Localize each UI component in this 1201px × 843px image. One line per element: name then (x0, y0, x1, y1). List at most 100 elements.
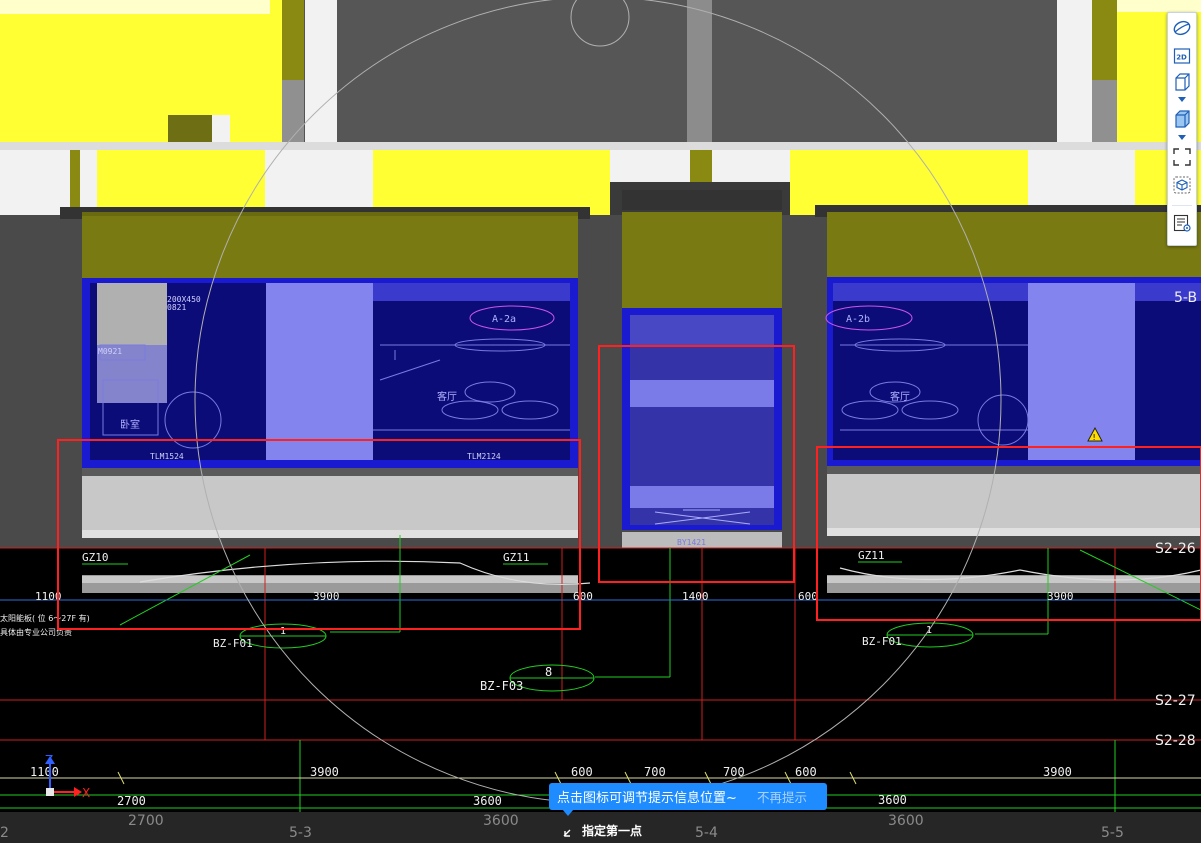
window-glass-right (833, 283, 1201, 460)
callout-num-2: 8 (545, 665, 552, 679)
yellow-band-1 (97, 150, 265, 215)
3d-solid-dropdown-arrow[interactable] (1178, 135, 1186, 140)
white-band-3 (265, 150, 373, 215)
isolate-view-icon (1173, 176, 1191, 194)
olive-beam-mid (622, 212, 782, 308)
label-by1421: BY1421 (677, 538, 706, 547)
command-prompt: 指定第一点 (562, 820, 642, 840)
window-mid-band-2 (630, 486, 774, 508)
dim2-f: 600 (795, 765, 817, 779)
grid-label-2: 2 (0, 825, 9, 841)
note-line-1: 太阳能板( 位 6～27F 有) (0, 613, 90, 623)
callout-num-1: 1 (280, 626, 286, 637)
ucs-z-label: Z (45, 753, 53, 767)
dim1-f: 3900 (1047, 590, 1074, 603)
grid-label-5-5: 5-5 (1101, 825, 1124, 841)
callout-tag-1: BZ-F01 (213, 637, 253, 650)
olive-side-top-right (1092, 0, 1117, 80)
dim2-a: 1100 (30, 765, 59, 779)
top-block-right (712, 0, 1057, 140)
top-pillar (687, 0, 712, 142)
toolbar-divider (1172, 205, 1192, 206)
yellow-band-2 (373, 150, 610, 215)
dont-show-again-link[interactable]: 不再提示 (757, 787, 827, 806)
window-mid-band-1 (630, 380, 774, 407)
axis-s2-27: S2-27 (1155, 693, 1196, 709)
warning-mark: ! (1093, 433, 1096, 442)
window-pane-gray (97, 283, 167, 345)
dim4-c: 3600 (888, 813, 924, 829)
dim2-g: 3900 (1043, 765, 1072, 779)
label-tlm1524: TLM1524 (150, 452, 184, 461)
olive-block-small (168, 115, 212, 142)
dim2-c: 600 (571, 765, 593, 779)
gray-side-top-left (282, 80, 304, 142)
dim1-e: 600 (798, 590, 818, 603)
olive-beam-left (82, 212, 578, 278)
dim1-d: 1400 (682, 590, 709, 603)
olive-band-2 (690, 150, 712, 182)
isolate-view-button[interactable] (1170, 173, 1194, 197)
cad-viewport[interactable]: A-2a 客厅 卧室 M0921 200X450 0821 TLM1524 TL… (0, 0, 1201, 843)
label-tlm2124: TLM2124 (467, 452, 501, 461)
ucs-x-label: X (82, 786, 90, 800)
white-band-2 (80, 150, 97, 215)
gray-side-top-right (1092, 80, 1117, 142)
olive-side-top-left (282, 0, 304, 80)
window-top-strip (373, 283, 570, 301)
slab-line (0, 142, 1201, 150)
label-bedroom: 卧室 (120, 418, 140, 431)
balcony-right (827, 474, 1201, 536)
dim4-b: 3600 (483, 813, 519, 829)
grid-label-5-4: 5-4 (695, 825, 718, 841)
window-mid-top (630, 315, 774, 347)
white-band-5 (712, 150, 790, 182)
orbit-icon (1173, 20, 1191, 36)
label-a2b: A-2b (846, 314, 870, 325)
white-block-small (212, 115, 230, 142)
hint-tooltip[interactable]: 点击图标可调节提示信息位置~ 不再提示 (549, 783, 827, 810)
hint-message[interactable]: 点击图标可调节提示信息位置~ (549, 787, 757, 806)
svg-text:2D: 2D (1176, 54, 1187, 62)
balcony-left (82, 476, 578, 538)
label-living-right: 客厅 (890, 390, 910, 403)
label-m0921: M0921 (98, 347, 122, 356)
3d-box-icon (1175, 73, 1190, 91)
yellow-wall-top-left (0, 0, 282, 142)
properties-view-button[interactable] (1170, 211, 1194, 235)
axis-5-b: 5-B (1174, 290, 1197, 306)
label-living-left: 客厅 (437, 390, 457, 403)
balcony-right-light (827, 528, 1201, 536)
3d-view-button[interactable] (1170, 70, 1194, 94)
callout-tag-2: BZ-F03 (480, 679, 523, 693)
3d-box-solid-icon (1175, 110, 1190, 128)
window-top-strip-right (833, 283, 1028, 301)
dim3-b: 3600 (473, 794, 502, 808)
label-gz11-left: GZ11 (503, 551, 530, 564)
parapet-mid (622, 190, 782, 210)
olive-beam-right (827, 212, 1201, 277)
cursor-crosshair-icon (563, 829, 571, 837)
view-toolbar: 2D (1167, 12, 1197, 246)
3d-solid-view-button[interactable] (1170, 107, 1194, 131)
dim2-b: 3900 (310, 765, 339, 779)
top-block-left (337, 0, 687, 140)
axis-s2-26: S2-26 (1155, 541, 1196, 557)
yellow-wall-top-right-light (1117, 0, 1201, 12)
properties-view-icon (1173, 214, 1191, 232)
orbit-button[interactable] (1170, 16, 1194, 40)
top-white-strip-2 (1057, 0, 1092, 142)
2d-view-icon: 2D (1173, 48, 1191, 64)
top-white-strip-1 (305, 0, 337, 142)
3d-view-dropdown-arrow[interactable] (1178, 97, 1186, 102)
balcony-left-light (82, 530, 578, 538)
2d-view-button[interactable]: 2D (1170, 44, 1194, 68)
zoom-extents-button[interactable] (1170, 145, 1194, 169)
yellow-wall-top-left-light (0, 0, 270, 14)
window-pane-lightblue-2 (266, 283, 373, 460)
dim1-c: 600 (573, 590, 593, 603)
sill-shadow-right (827, 466, 1201, 474)
label-gz10: GZ10 (82, 551, 109, 564)
prompt-text: 指定第一点 (582, 823, 643, 838)
dim2-d: 700 (644, 765, 666, 779)
